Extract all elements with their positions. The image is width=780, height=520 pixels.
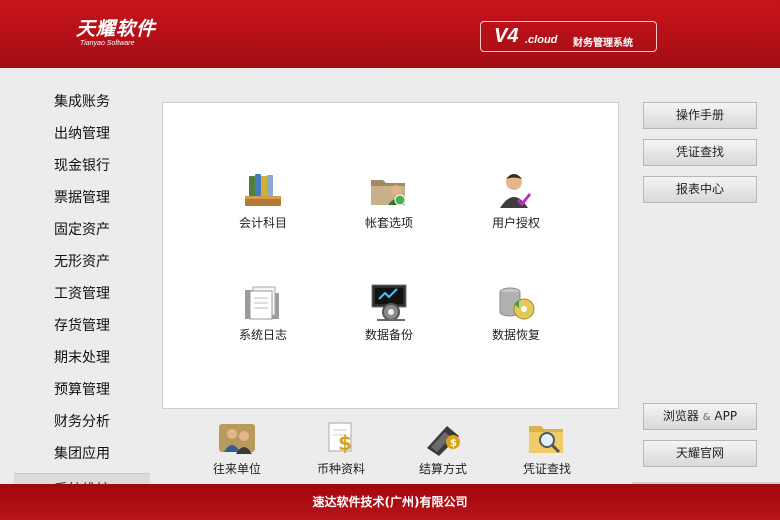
sidebar-item-inventory[interactable]: 存货管理 — [14, 310, 150, 342]
main-panel — [162, 102, 619, 409]
version-number: V4 — [494, 25, 519, 47]
browser-label: 浏览器 — [662, 409, 699, 423]
app-system-log-label: 系统日志 — [238, 328, 287, 342]
app-settlement[interactable]: $ 结算方式 — [395, 420, 491, 477]
contacts-icon — [219, 424, 255, 454]
app-voucher-search-label: 凭证查找 — [522, 462, 571, 476]
app-user-permissions[interactable]: 用户授权 — [468, 170, 564, 231]
company-name: 速达软件技术(广州)有限公司 — [312, 495, 468, 509]
sidebar-item-intangible-assets[interactable]: 无形资产 — [14, 246, 150, 278]
sidebar-item-group[interactable]: 集团应用 — [14, 438, 150, 470]
sidebar-item-cash-bank[interactable]: 现金银行 — [14, 150, 150, 182]
sidebar-item-period-end[interactable]: 期末处理 — [14, 342, 150, 374]
ampersand: & — [702, 412, 711, 423]
binders-icon — [245, 174, 281, 206]
svg-text:$: $ — [338, 431, 352, 455]
app-book-options-label: 帐套选项 — [364, 216, 413, 230]
voucher-search-button[interactable]: 凭证查找 — [643, 139, 757, 166]
sidebar-item-fixed-assets[interactable]: 固定资产 — [14, 214, 150, 246]
report-center-button[interactable]: 报表中心 — [643, 176, 757, 203]
log-files-icon — [245, 286, 279, 320]
version-suffix: .cloud — [525, 34, 558, 46]
app-book-options[interactable]: 帐套选项 — [341, 170, 437, 231]
restore-disk-icon — [499, 287, 535, 320]
app-data-restore-label: 数据恢复 — [491, 328, 540, 342]
app-data-restore[interactable]: 数据恢复 — [468, 282, 564, 343]
currency-icon: $ — [328, 422, 352, 455]
logo: 天耀软件 Tianyao Software — [76, 18, 156, 48]
app-label: APP — [714, 409, 738, 423]
sidebar-item-ledger[interactable]: 集成账务 — [14, 86, 150, 118]
system-name: 财务管理系统 — [573, 38, 633, 49]
app-data-backup-label: 数据备份 — [364, 328, 413, 342]
pos-terminal-icon: $ — [427, 426, 460, 456]
app-settlement-label: 结算方式 — [418, 462, 467, 476]
app-currency-label: 币种资料 — [316, 462, 365, 476]
sidebar-item-bills[interactable]: 票据管理 — [14, 182, 150, 214]
logo-text: 天耀软件 — [76, 18, 157, 40]
app-partners[interactable]: 往来单位 — [189, 420, 285, 477]
sidebar-item-analysis[interactable]: 财务分析 — [14, 406, 150, 438]
footer: 速达软件技术(广州)有限公司 — [0, 484, 780, 520]
app-currency[interactable]: $ 币种资料 — [293, 420, 389, 477]
official-site-button[interactable]: 天耀官网 — [643, 440, 757, 467]
logo-subtext: Tianyao Software — [80, 40, 135, 47]
header-bar: 天耀软件 Tianyao Software V4 .cloud 财务管理系统 — [0, 0, 780, 68]
browser-app-button[interactable]: 浏览器 & APP — [643, 403, 757, 430]
sidebar-item-payroll[interactable]: 工资管理 — [14, 278, 150, 310]
app-partners-label: 往来单位 — [212, 462, 261, 476]
app-voucher-search[interactable]: 凭证查找 — [499, 420, 595, 477]
backup-gear-icon — [371, 284, 407, 321]
user-check-icon — [500, 174, 532, 208]
app-user-permissions-label: 用户授权 — [491, 216, 540, 230]
manual-button[interactable]: 操作手册 — [643, 102, 757, 129]
svg-text:$: $ — [450, 438, 457, 449]
app-system-log[interactable]: 系统日志 — [215, 282, 311, 343]
folder-user-icon — [371, 180, 406, 206]
sidebar-item-cashier[interactable]: 出纳管理 — [14, 118, 150, 150]
folder-search-icon — [529, 426, 563, 454]
app-accounts[interactable]: 会计科目 — [215, 170, 311, 231]
app-accounts-label: 会计科目 — [238, 216, 287, 230]
version-badge: V4 .cloud 财务管理系统 — [480, 21, 657, 52]
sidebar-item-maintenance[interactable]: 系统维护 — [14, 473, 150, 484]
app-data-backup[interactable]: 数据备份 — [341, 282, 437, 343]
sidebar-item-budget[interactable]: 预算管理 — [14, 374, 150, 406]
sidebar: 集成账务 出纳管理 现金银行 票据管理 固定资产 无形资产 工资管理 存货管理 … — [14, 86, 150, 484]
